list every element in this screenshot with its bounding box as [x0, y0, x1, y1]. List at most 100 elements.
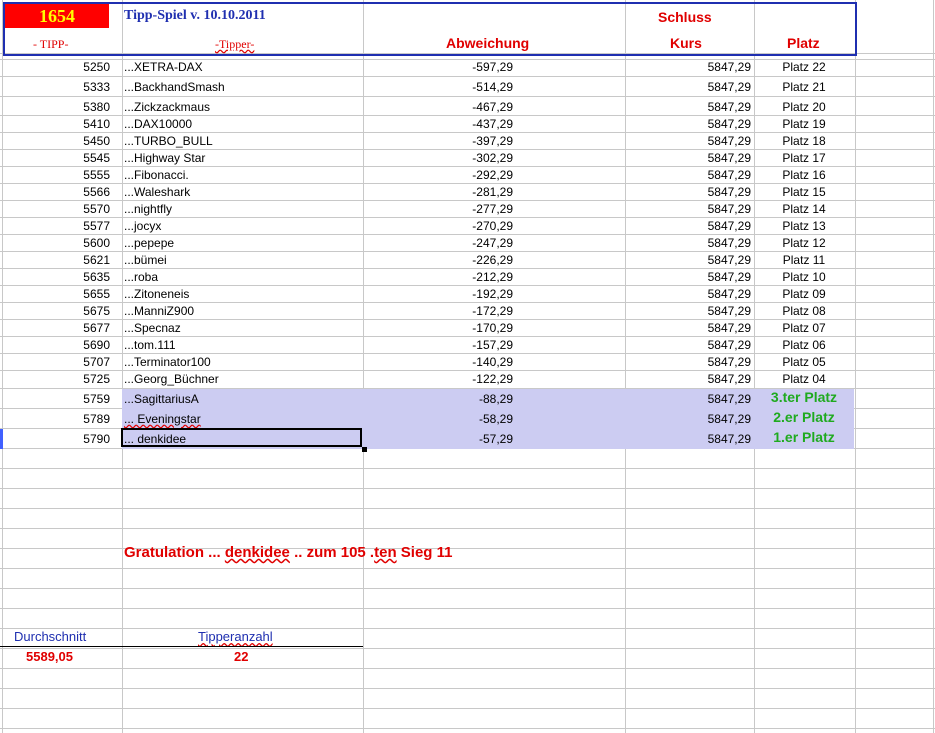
selected-cell[interactable] [121, 428, 362, 447]
tipper-name-cell[interactable]: ...Specnaz [124, 320, 181, 336]
tipper-name-cell[interactable]: ...pepepe [124, 235, 174, 251]
abweichung-cell[interactable]: -157,29 [363, 337, 513, 353]
abweichung-cell[interactable]: -57,29 [363, 431, 513, 447]
abweichung-cell[interactable]: -514,29 [363, 79, 513, 95]
platz-cell[interactable]: 1.er Platz [754, 429, 854, 445]
tipper-name-cell[interactable]: ...TURBO_BULL [124, 133, 213, 149]
abweichung-cell[interactable]: -212,29 [363, 269, 513, 285]
kurs-cell[interactable]: 5847,29 [625, 252, 751, 268]
tipp-cell[interactable]: 5759 [0, 391, 110, 407]
tipp-cell[interactable]: 5410 [0, 116, 110, 132]
tipper-name-cell[interactable]: ...XETRA-DAX [124, 59, 203, 75]
tipper-name-cell[interactable]: ...tom.111 [124, 337, 176, 353]
tipper-name-cell[interactable]: ...BackhandSmash [124, 79, 225, 95]
gratulation-text[interactable]: Gratulation ... denkidee .. zum 105 .ten… [124, 545, 452, 561]
platz-cell[interactable]: Platz 07 [754, 320, 854, 336]
platz-cell[interactable]: Platz 19 [754, 116, 854, 132]
kurs-cell[interactable]: 5847,29 [625, 354, 751, 370]
platz-cell[interactable]: Platz 05 [754, 354, 854, 370]
tipp-cell[interactable]: 5789 [0, 411, 110, 427]
tipper-name-cell[interactable]: ...Terminator100 [124, 354, 211, 370]
tipperanzahl-value[interactable]: 22 [234, 649, 248, 665]
tipp-cell[interactable]: 5725 [0, 371, 110, 387]
tipp-cell[interactable]: 5566 [0, 184, 110, 200]
tipper-name-cell[interactable]: ...DAX10000 [124, 116, 192, 132]
kurs-cell[interactable]: 5847,29 [625, 235, 751, 251]
tipper-name-cell[interactable]: ...Fibonacci. [124, 167, 189, 183]
kurs-cell[interactable]: 5847,29 [625, 411, 751, 427]
tipp-cell[interactable]: 5635 [0, 269, 110, 285]
tipper-name-cell[interactable]: ...Zickzackmaus [124, 99, 210, 115]
platz-cell[interactable]: Platz 04 [754, 371, 854, 387]
tipp-cell[interactable]: 5600 [0, 235, 110, 251]
kurs-cell[interactable]: 5847,29 [625, 184, 751, 200]
kurs-cell[interactable]: 5847,29 [625, 286, 751, 302]
platz-cell[interactable]: Platz 10 [754, 269, 854, 285]
tipp-cell[interactable]: 5380 [0, 99, 110, 115]
abweichung-cell[interactable]: -226,29 [363, 252, 513, 268]
kurs-cell[interactable]: 5847,29 [625, 337, 751, 353]
tipper-name-cell[interactable]: ...roba [124, 269, 158, 285]
abweichung-cell[interactable]: -247,29 [363, 235, 513, 251]
durchschnitt-label[interactable]: Durchschnitt [14, 629, 86, 645]
platz-cell[interactable]: Platz 18 [754, 133, 854, 149]
kurs-cell[interactable]: 5847,29 [625, 269, 751, 285]
abweichung-cell[interactable]: -140,29 [363, 354, 513, 370]
kurs-cell[interactable]: 5847,29 [625, 218, 751, 234]
platz-cell[interactable]: Platz 21 [754, 79, 854, 95]
abweichung-cell[interactable]: -292,29 [363, 167, 513, 183]
platz-cell[interactable]: Platz 06 [754, 337, 854, 353]
kurs-cell[interactable]: 5847,29 [625, 99, 751, 115]
abweichung-cell[interactable]: -397,29 [363, 133, 513, 149]
platz-cell[interactable]: Platz 22 [754, 59, 854, 75]
col-header-platz[interactable]: Platz [787, 35, 820, 51]
abweichung-cell[interactable]: -170,29 [363, 320, 513, 336]
tipper-name-cell[interactable]: ...jocyx [124, 218, 161, 234]
tipper-name-cell[interactable]: ...ManniZ900 [124, 303, 194, 319]
tipper-name-cell[interactable]: ...Zitoneneis [124, 286, 189, 302]
schluss-label[interactable]: Schluss [658, 9, 712, 25]
platz-cell[interactable]: Platz 12 [754, 235, 854, 251]
kurs-cell[interactable]: 5847,29 [625, 150, 751, 166]
col-header-abweichung[interactable]: Abweichung [446, 35, 529, 51]
platz-cell[interactable]: Platz 09 [754, 286, 854, 302]
abweichung-cell[interactable]: -467,29 [363, 99, 513, 115]
platz-cell[interactable]: Platz 20 [754, 99, 854, 115]
platz-cell[interactable]: Platz 15 [754, 184, 854, 200]
tipp-cell[interactable]: 5545 [0, 150, 110, 166]
col-header-tipper[interactable]: -Tipper- [215, 36, 254, 52]
tipper-name-cell[interactable]: ...Highway Star [124, 150, 205, 166]
tipp-cell[interactable]: 5333 [0, 79, 110, 95]
abweichung-cell[interactable]: -172,29 [363, 303, 513, 319]
durchschnitt-value[interactable]: 5589,05 [26, 649, 73, 665]
abweichung-cell[interactable]: -277,29 [363, 201, 513, 217]
count-badge[interactable]: 1654 [5, 4, 109, 28]
kurs-cell[interactable]: 5847,29 [625, 167, 751, 183]
col-header-tipp[interactable]: - TIPP- [33, 36, 68, 52]
abweichung-cell[interactable]: -281,29 [363, 184, 513, 200]
tipper-name-cell[interactable]: ...Georg_Büchner [124, 371, 219, 387]
kurs-cell[interactable]: 5847,29 [625, 59, 751, 75]
kurs-cell[interactable]: 5847,29 [625, 431, 751, 447]
kurs-cell[interactable]: 5847,29 [625, 201, 751, 217]
kurs-cell[interactable]: 5847,29 [625, 371, 751, 387]
abweichung-cell[interactable]: -302,29 [363, 150, 513, 166]
tipperanzahl-label[interactable]: Tipperanzahl [198, 629, 273, 645]
platz-cell[interactable]: Platz 11 [754, 252, 854, 268]
kurs-cell[interactable]: 5847,29 [625, 116, 751, 132]
abweichung-cell[interactable]: -270,29 [363, 218, 513, 234]
tipp-cell[interactable]: 5450 [0, 133, 110, 149]
tipper-name-cell[interactable]: ... Eveningstar [124, 411, 201, 427]
kurs-cell[interactable]: 5847,29 [625, 391, 751, 407]
kurs-cell[interactable]: 5847,29 [625, 320, 751, 336]
platz-cell[interactable]: Platz 13 [754, 218, 854, 234]
kurs-cell[interactable]: 5847,29 [625, 303, 751, 319]
platz-cell[interactable]: Platz 14 [754, 201, 854, 217]
tipp-cell[interactable]: 5577 [0, 218, 110, 234]
tipp-cell[interactable]: 5677 [0, 320, 110, 336]
tipp-cell[interactable]: 5250 [0, 59, 110, 75]
platz-cell[interactable]: 3.ter Platz [754, 389, 854, 405]
platz-cell[interactable]: Platz 17 [754, 150, 854, 166]
tipp-cell[interactable]: 5707 [0, 354, 110, 370]
abweichung-cell[interactable]: -58,29 [363, 411, 513, 427]
